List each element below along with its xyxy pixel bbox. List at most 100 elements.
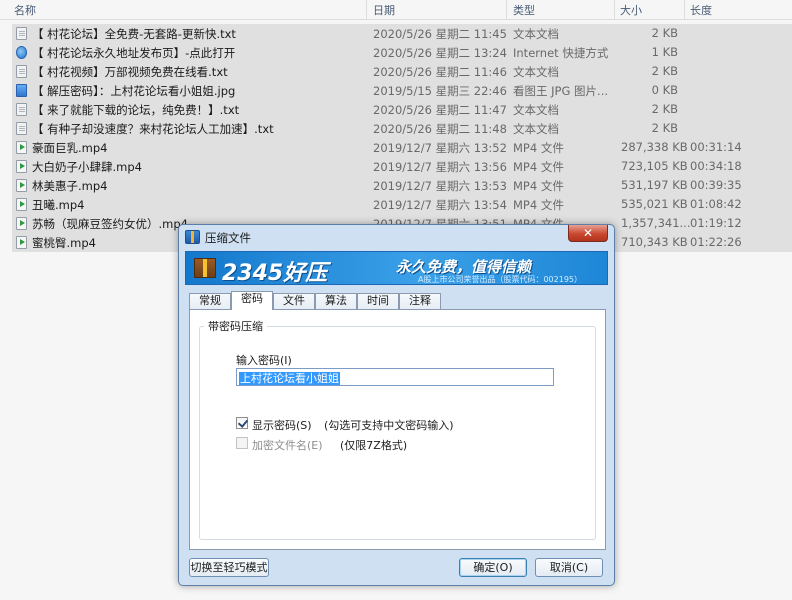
- file-name: 林美惠子.mp4: [32, 179, 108, 193]
- video-file-icon: [16, 198, 27, 211]
- password-panel: 带密码压缩 输入密码(I) 上村花论坛看小姐姐 显示密码(S) (勾选可支持中文…: [189, 309, 606, 550]
- file-type: 文本文档: [513, 65, 559, 79]
- file-size: 1 KB: [651, 45, 678, 59]
- tab-files[interactable]: 文件: [273, 293, 315, 309]
- close-button[interactable]: ✕: [568, 225, 608, 242]
- file-type: MP4 文件: [513, 179, 564, 193]
- column-size[interactable]: 大小: [620, 2, 642, 18]
- column-divider[interactable]: [684, 0, 685, 20]
- column-divider[interactable]: [506, 0, 507, 20]
- file-type: Internet 快捷方式: [513, 46, 609, 60]
- file-list: 【 村花论坛】全免费-无套路-更新快.txt 2020/5/26 星期二 11:4…: [12, 24, 792, 252]
- compress-dialog: 压缩文件 ✕ 2345好压 永久免费，值得信赖 A股上市公司荣誉出品（股票代码：…: [178, 224, 615, 586]
- file-row[interactable]: 丑曦.mp4 2019/12/7 星期六 13:54 MP4 文件 535,021 K…: [12, 195, 792, 214]
- file-row[interactable]: 【 村花论坛永久地址发布页】-点此打开 2020/5/26 星期二 13:24 In…: [12, 43, 792, 62]
- file-size: 531,197 KB: [621, 178, 688, 192]
- show-password-option[interactable]: 显示密码(S) (勾选可支持中文密码输入): [236, 416, 556, 432]
- file-size: 287,338 KB: [621, 140, 688, 154]
- text-file-icon: [16, 27, 27, 40]
- text-file-icon: [16, 103, 27, 116]
- column-duration[interactable]: 长度: [690, 2, 712, 18]
- file-type: MP4 文件: [513, 141, 564, 155]
- archive-logo-icon: [194, 258, 216, 278]
- file-name: 【 有种子却没速度？来村花论坛人工加速】.txt: [32, 122, 274, 136]
- tab-time[interactable]: 时间: [357, 293, 399, 309]
- file-size: 2 KB: [651, 26, 678, 40]
- password-value: 上村花论坛看小姐姐: [239, 372, 340, 385]
- password-label: 输入密码(I): [236, 354, 292, 367]
- file-date: 2019/12/7 星期六 13:54: [373, 198, 507, 212]
- file-name: 豪面巨乳.mp4: [32, 141, 108, 155]
- file-row[interactable]: 大白奶子小肆肆.mp4 2019/12/7 星期六 13:56 MP4 文件 723,…: [12, 157, 792, 176]
- text-file-icon: [16, 65, 27, 78]
- close-icon: ✕: [582, 226, 594, 240]
- dialog-title: 压缩文件: [205, 231, 251, 245]
- file-name: 【 解压密码】：上村花论坛看小姐姐.jpg: [32, 84, 236, 98]
- video-file-icon: [16, 236, 27, 249]
- show-password-checkbox[interactable]: [236, 417, 248, 429]
- file-type: MP4 文件: [513, 160, 564, 174]
- column-divider[interactable]: [366, 0, 367, 20]
- file-duration: 01:08:42: [690, 197, 742, 211]
- internet-shortcut-icon: [16, 46, 27, 59]
- password-input[interactable]: 上村花论坛看小姐姐: [236, 368, 554, 386]
- file-date: 2019/12/7 星期六 13:53: [373, 179, 507, 193]
- column-name[interactable]: 名称: [14, 2, 36, 18]
- tab-general[interactable]: 常规: [189, 293, 231, 309]
- file-name: 大白奶子小肆肆.mp4: [32, 160, 142, 174]
- file-size: 0 KB: [651, 83, 678, 97]
- text-file-icon: [16, 122, 27, 135]
- tab-comment[interactable]: 注释: [399, 293, 441, 309]
- video-file-icon: [16, 141, 27, 154]
- file-row[interactable]: 【 解压密码】：上村花论坛看小姐姐.jpg 2019/5/15 星期三 22:46…: [12, 81, 792, 100]
- file-size: 1,357,341...: [621, 216, 691, 230]
- file-size: 2 KB: [651, 121, 678, 135]
- column-date[interactable]: 日期: [373, 2, 395, 18]
- file-date: 2019/12/7 星期六 13:56: [373, 160, 507, 174]
- file-name: 【 村花论坛永久地址发布页】-点此打开: [32, 46, 236, 60]
- file-row[interactable]: 林美惠子.mp4 2019/12/7 星期六 13:53 MP4 文件 531,197…: [12, 176, 792, 195]
- brand-banner: 2345好压 永久免费，值得信赖 A股上市公司荣誉出品（股票代码：002195）: [185, 251, 608, 285]
- file-date: 2020/5/26 星期二 11:46: [373, 65, 507, 79]
- banner-brand: 2345好压: [222, 261, 328, 285]
- file-row[interactable]: 豪面巨乳.mp4 2019/12/7 星期六 13:52 MP4 文件 287,338…: [12, 138, 792, 157]
- file-type: 文本文档: [513, 27, 559, 41]
- encrypt-filenames-checkbox[interactable]: [236, 437, 248, 449]
- cancel-button[interactable]: 取消(C): [535, 558, 603, 577]
- column-header: 名称 日期 类型 大小 长度: [0, 0, 792, 20]
- file-type: MP4 文件: [513, 198, 564, 212]
- encrypt-filenames-label: 加密文件名(E): [252, 439, 323, 452]
- file-row[interactable]: 【 来了就能下载的论坛，纯免费！】.txt 2020/5/26 星期二 11:47…: [12, 100, 792, 119]
- file-name: 苏畅（现麻豆签约女优）.mp4: [32, 217, 188, 231]
- encrypt-filenames-option[interactable]: 加密文件名(E) (仅限7Z格式): [236, 436, 556, 452]
- file-name: 丑曦.mp4: [32, 198, 85, 212]
- tab-password[interactable]: 密码: [231, 291, 273, 310]
- tab-algorithm[interactable]: 算法: [315, 293, 357, 309]
- file-row[interactable]: 【 村花论坛】全免费-无套路-更新快.txt 2020/5/26 星期二 11:4…: [12, 24, 792, 43]
- file-row[interactable]: 【 村花视频】万部视频免费在线看.txt 2020/5/26 星期二 11:46 文…: [12, 62, 792, 81]
- file-type: 文本文档: [513, 122, 559, 136]
- file-name: 【 来了就能下载的论坛，纯免费！】.txt: [32, 103, 240, 117]
- video-file-icon: [16, 179, 27, 192]
- file-size: 710,343 KB: [621, 235, 688, 249]
- file-name: 蜜桃臀.mp4: [32, 236, 96, 250]
- encrypt-filenames-note: (仅限7Z格式): [340, 439, 408, 452]
- dialog-titlebar[interactable]: 压缩文件 ✕: [179, 225, 614, 249]
- show-password-note: (勾选可支持中文密码输入): [324, 419, 454, 432]
- file-size: 2 KB: [651, 102, 678, 116]
- file-row[interactable]: 【 有种子却没速度？来村花论坛人工加速】.txt 2020/5/26 星期二 11…: [12, 119, 792, 138]
- file-name: 【 村花视频】万部视频免费在线看.txt: [32, 65, 228, 79]
- ok-button[interactable]: 确定(O): [459, 558, 527, 577]
- file-duration: 00:39:35: [690, 178, 742, 192]
- file-date: 2020/5/26 星期二 11:47: [373, 103, 507, 117]
- group-title: 带密码压缩: [204, 318, 267, 334]
- file-duration: 00:34:18: [690, 159, 742, 173]
- switch-lite-mode-button[interactable]: 切换至轻巧模式: [189, 558, 269, 577]
- file-duration: 00:31:14: [690, 140, 742, 154]
- file-type: 看图王 JPG 图片...: [513, 84, 609, 98]
- file-name: 【 村花论坛】全免费-无套路-更新快.txt: [32, 27, 236, 41]
- show-password-label: 显示密码(S): [252, 419, 312, 432]
- archive-icon: [185, 230, 200, 244]
- column-type[interactable]: 类型: [513, 2, 535, 18]
- column-divider[interactable]: [614, 0, 615, 20]
